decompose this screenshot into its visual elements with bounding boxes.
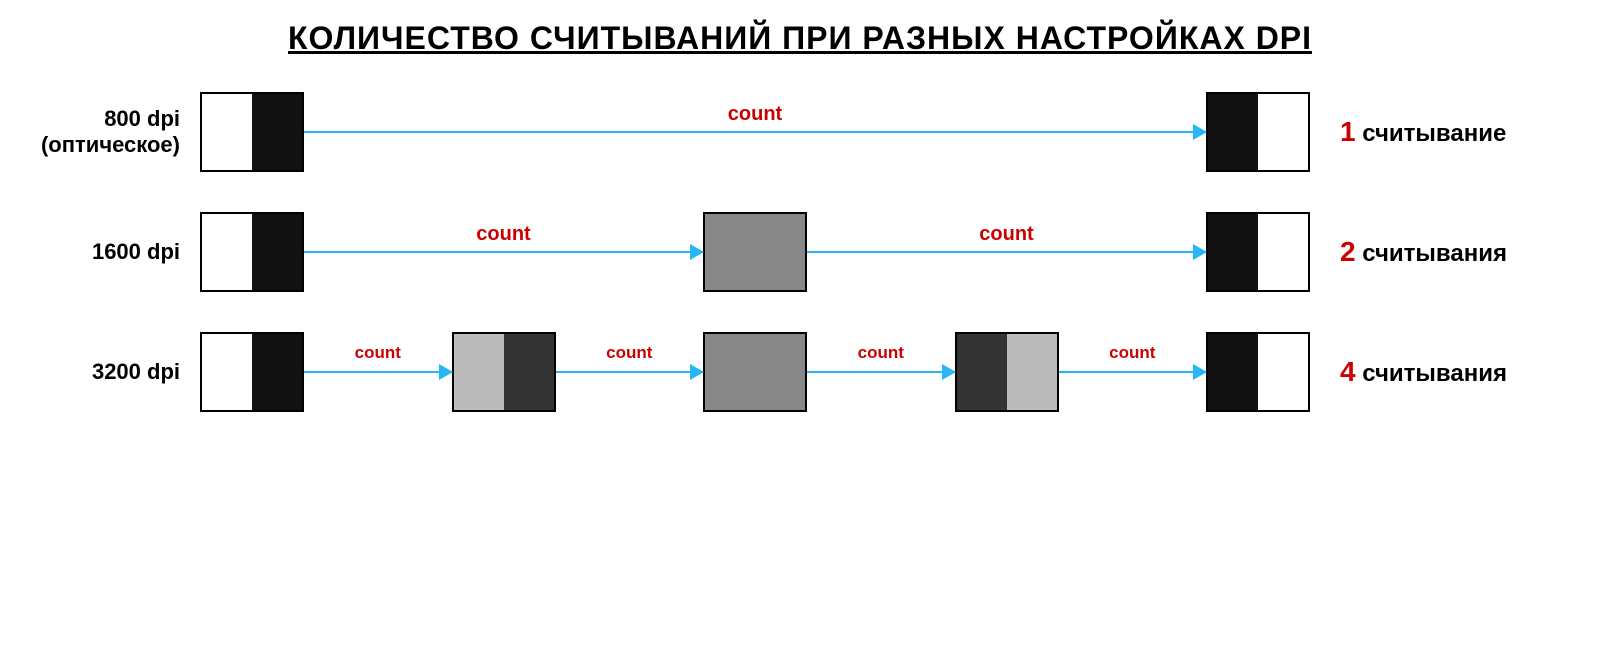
pixel-block-start-1600	[200, 212, 304, 292]
arrow2-3200dpi: count	[556, 332, 704, 412]
label-1600dpi: 1600 dpi	[40, 239, 200, 265]
row-800dpi: 800 dpi (оптическое) count	[40, 87, 1560, 177]
pixel-block-end-1600	[1206, 212, 1310, 292]
result-1600dpi: 2 считывания	[1310, 236, 1560, 268]
arrow-800dpi: count	[304, 92, 1206, 172]
page-title: КОЛИЧЕСТВО СЧИТЫВАНИЙ ПРИ РАЗНЫХ НАСТРОЙ…	[288, 20, 1312, 57]
half-white	[202, 94, 252, 170]
content-1600dpi: count count	[200, 207, 1310, 297]
result-num-1600dpi: 2	[1340, 236, 1356, 267]
row-1600dpi: 1600 dpi count	[40, 207, 1560, 297]
pixel-block-3-3200	[703, 332, 807, 412]
pixel-block-2-3200	[452, 332, 556, 412]
arrow-label1-3200dpi: count	[355, 343, 401, 363]
pixel-block-4-3200	[955, 332, 1059, 412]
half-white-end	[1258, 94, 1308, 170]
result-3200dpi: 4 считывания	[1310, 356, 1560, 388]
result-text-800dpi: считывание	[1356, 120, 1507, 147]
content-3200dpi: count count	[200, 327, 1310, 417]
result-text-1600dpi: считывания	[1356, 240, 1507, 267]
pixel-block-mid-1600	[703, 212, 807, 292]
page-container: КОЛИЧЕСТВО СЧИТЫВАНИЙ ПРИ РАЗНЫХ НАСТРОЙ…	[0, 0, 1600, 661]
arrow-label-800dpi: count	[728, 103, 782, 126]
arrow1-1600dpi: count	[304, 212, 703, 292]
row-3200dpi: 3200 dpi count	[40, 327, 1560, 417]
arrow-label4-3200dpi: count	[1109, 343, 1155, 363]
arrow-label2-1600dpi: count	[979, 223, 1033, 246]
arrow4-3200dpi: count	[1059, 332, 1207, 412]
result-text-3200dpi: считывания	[1356, 360, 1507, 387]
result-num-3200dpi: 4	[1340, 356, 1356, 387]
label-3200dpi: 3200 dpi	[40, 359, 200, 385]
arrow2-1600dpi: count	[807, 212, 1206, 292]
arrow-line-800dpi: count	[304, 131, 1206, 133]
result-num-800dpi: 1	[1340, 116, 1356, 147]
pixel-block-end-800	[1206, 92, 1310, 172]
result-800dpi: 1 считывание	[1310, 116, 1560, 148]
arrow-label1-1600dpi: count	[476, 223, 530, 246]
pixel-block-end-3200	[1206, 332, 1310, 412]
arrow1-3200dpi: count	[304, 332, 452, 412]
half-black	[252, 94, 302, 170]
arrow-label2-3200dpi: count	[606, 343, 652, 363]
rows-container: 800 dpi (оптическое) count	[40, 87, 1560, 417]
arrow3-3200dpi: count	[807, 332, 955, 412]
label-800dpi: 800 dpi (оптическое)	[40, 106, 200, 159]
arrow-label3-3200dpi: count	[858, 343, 904, 363]
content-800dpi: count	[200, 87, 1310, 177]
pixel-block-start-3200	[200, 332, 304, 412]
half-black-end	[1208, 94, 1258, 170]
pixel-block-start-800	[200, 92, 304, 172]
